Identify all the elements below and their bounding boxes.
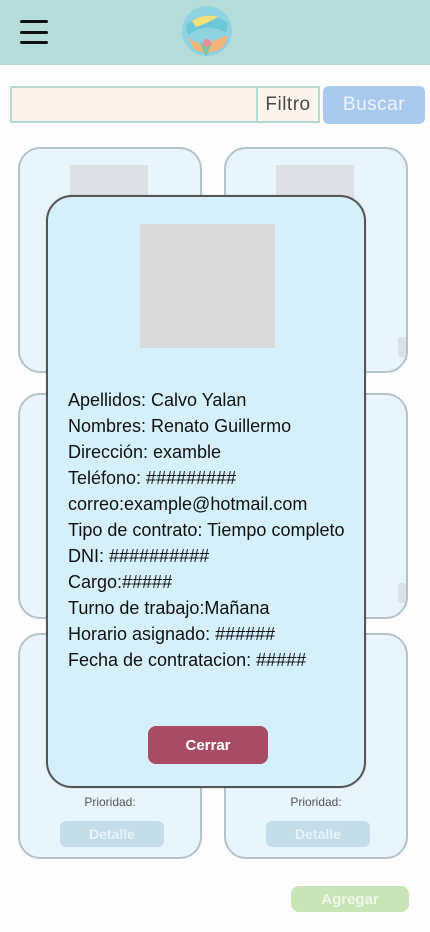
close-button[interactable]: Cerrar	[148, 726, 268, 764]
detail-button[interactable]: Detalle	[266, 821, 370, 847]
info-telefono: Teléfono: #########	[68, 468, 237, 488]
info-cargo: Cargo:#####	[68, 572, 173, 592]
info-apellidos: Apellidos: Calvo Yalan	[68, 390, 247, 410]
app-logo	[182, 6, 232, 57]
info-nombres: Nombres: Renato Guillermo	[68, 416, 292, 436]
info-horario: Horario asignado: ######	[68, 624, 276, 644]
search-button[interactable]: Buscar	[323, 86, 425, 124]
info-correo: correo:example@hotmail.com	[68, 494, 308, 514]
detail-button-edge	[398, 583, 406, 603]
hamburger-menu-icon[interactable]	[20, 20, 48, 44]
search-input[interactable]	[10, 86, 258, 123]
priority-label: Prioridad:	[84, 795, 136, 809]
filter-label[interactable]: Filtro	[256, 86, 320, 123]
info-turno: Turno de trabajo:Mañana	[68, 598, 270, 618]
employee-photo	[140, 224, 275, 348]
detail-button[interactable]: Detalle	[60, 821, 164, 847]
info-dni: DNI: ##########	[68, 546, 210, 566]
info-tipo-contrato: Tipo de contrato: Tiempo completo	[68, 520, 345, 540]
employee-info: Apellidos: Calvo Yalan Nombres: Renato G…	[68, 387, 353, 673]
priority-label: Prioridad:	[290, 795, 342, 809]
detail-button-edge	[398, 337, 406, 357]
employee-detail-modal: Apellidos: Calvo Yalan Nombres: Renato G…	[46, 195, 366, 788]
info-direccion: Dirección: examble	[68, 442, 222, 462]
add-button[interactable]: Agregar	[291, 886, 409, 912]
info-fecha-contratacion: Fecha de contratacion: #####	[68, 650, 307, 670]
app-header	[0, 0, 430, 65]
